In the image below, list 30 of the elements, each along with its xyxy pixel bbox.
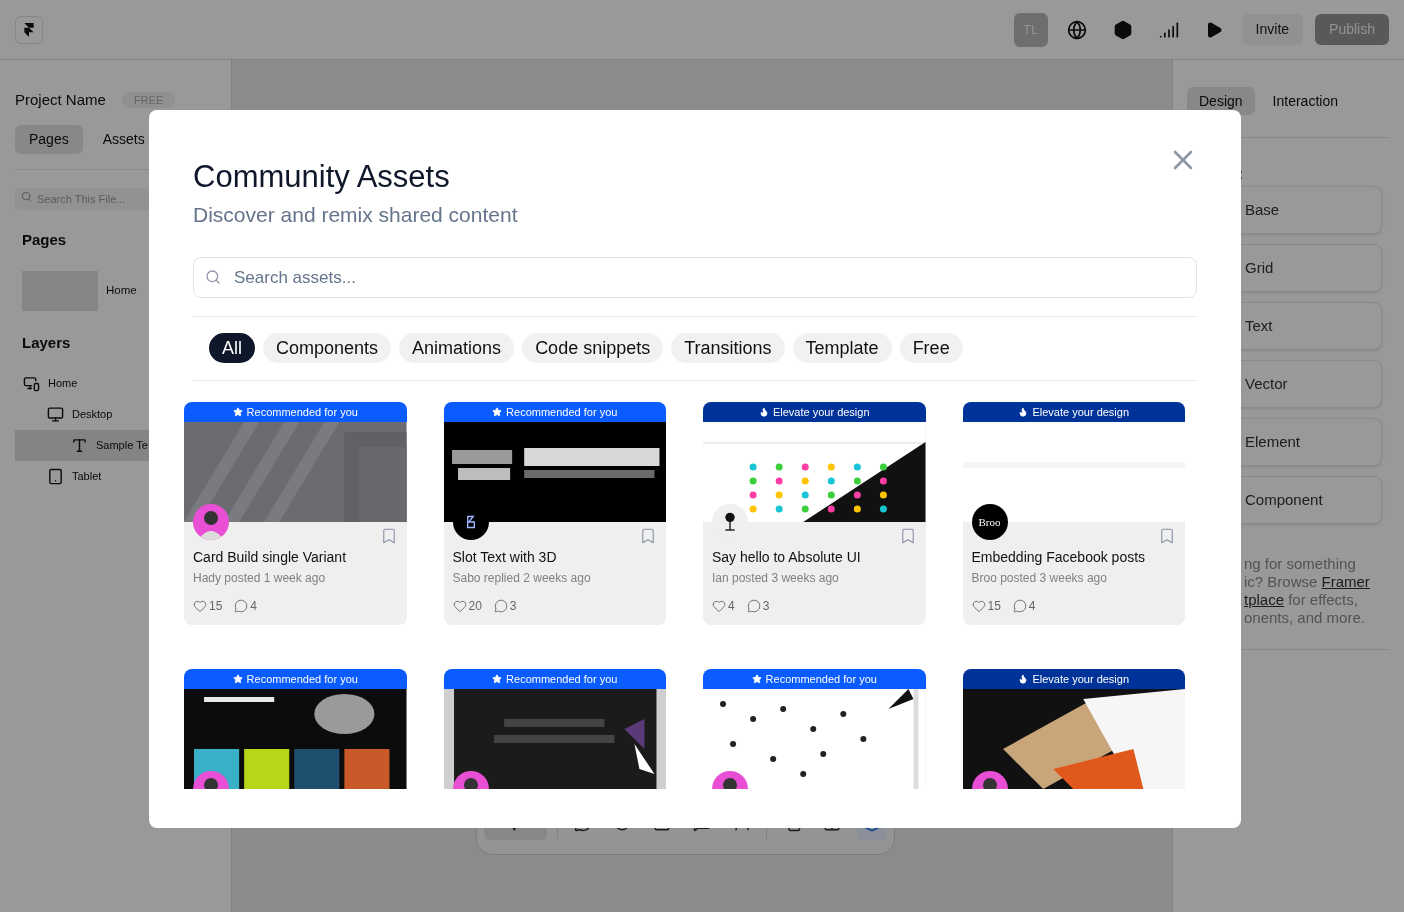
avatar: Broo bbox=[971, 504, 1008, 540]
card-title: Slot Text with 3D bbox=[452, 548, 558, 567]
section-heading: Layers bbox=[21, 333, 72, 353]
section-heading: Pages bbox=[21, 230, 68, 250]
card-title: Say hello to Absolute UI bbox=[712, 548, 862, 567]
like-count: 15 bbox=[209, 598, 223, 614]
card-title: Card Build single Variant bbox=[193, 548, 348, 567]
card-meta: Hady posted 1 week ago bbox=[193, 570, 327, 586]
section-label: : bbox=[1239, 164, 1244, 184]
comment-count: 4 bbox=[250, 598, 258, 614]
comment-count: 3 bbox=[762, 598, 770, 614]
banner-label: Recommended for you bbox=[246, 404, 358, 420]
hint-paragraph: ng for something ic? Browse Framer tplace for effects, onents, and more. bbox=[1244, 555, 1371, 627]
like-count: 4 bbox=[728, 598, 735, 614]
banner-label: Recommended for you bbox=[765, 671, 877, 687]
banner-label: Elevate your design bbox=[1032, 404, 1130, 420]
banner-label: Recommended for you bbox=[246, 671, 358, 687]
project-name: Project Name bbox=[15, 89, 106, 110]
comment-count: 3 bbox=[509, 598, 517, 614]
card-meta: Sabo replied 2 weeks ago bbox=[452, 570, 592, 586]
card-meta: Ian posted 3 weeks ago bbox=[712, 570, 840, 586]
banner-label: Recommended for you bbox=[506, 404, 618, 420]
like-count: 15 bbox=[987, 598, 1001, 614]
banner-label: Recommended for you bbox=[506, 671, 618, 687]
banner-label: Elevate your design bbox=[1032, 671, 1130, 687]
like-count: 20 bbox=[468, 598, 482, 614]
card-meta: Broo posted 3 weeks ago bbox=[971, 570, 1108, 586]
banner-label: Elevate your design bbox=[772, 404, 870, 420]
card-title: Embedding Facebook posts bbox=[971, 548, 1147, 567]
comment-count: 4 bbox=[1028, 598, 1036, 614]
